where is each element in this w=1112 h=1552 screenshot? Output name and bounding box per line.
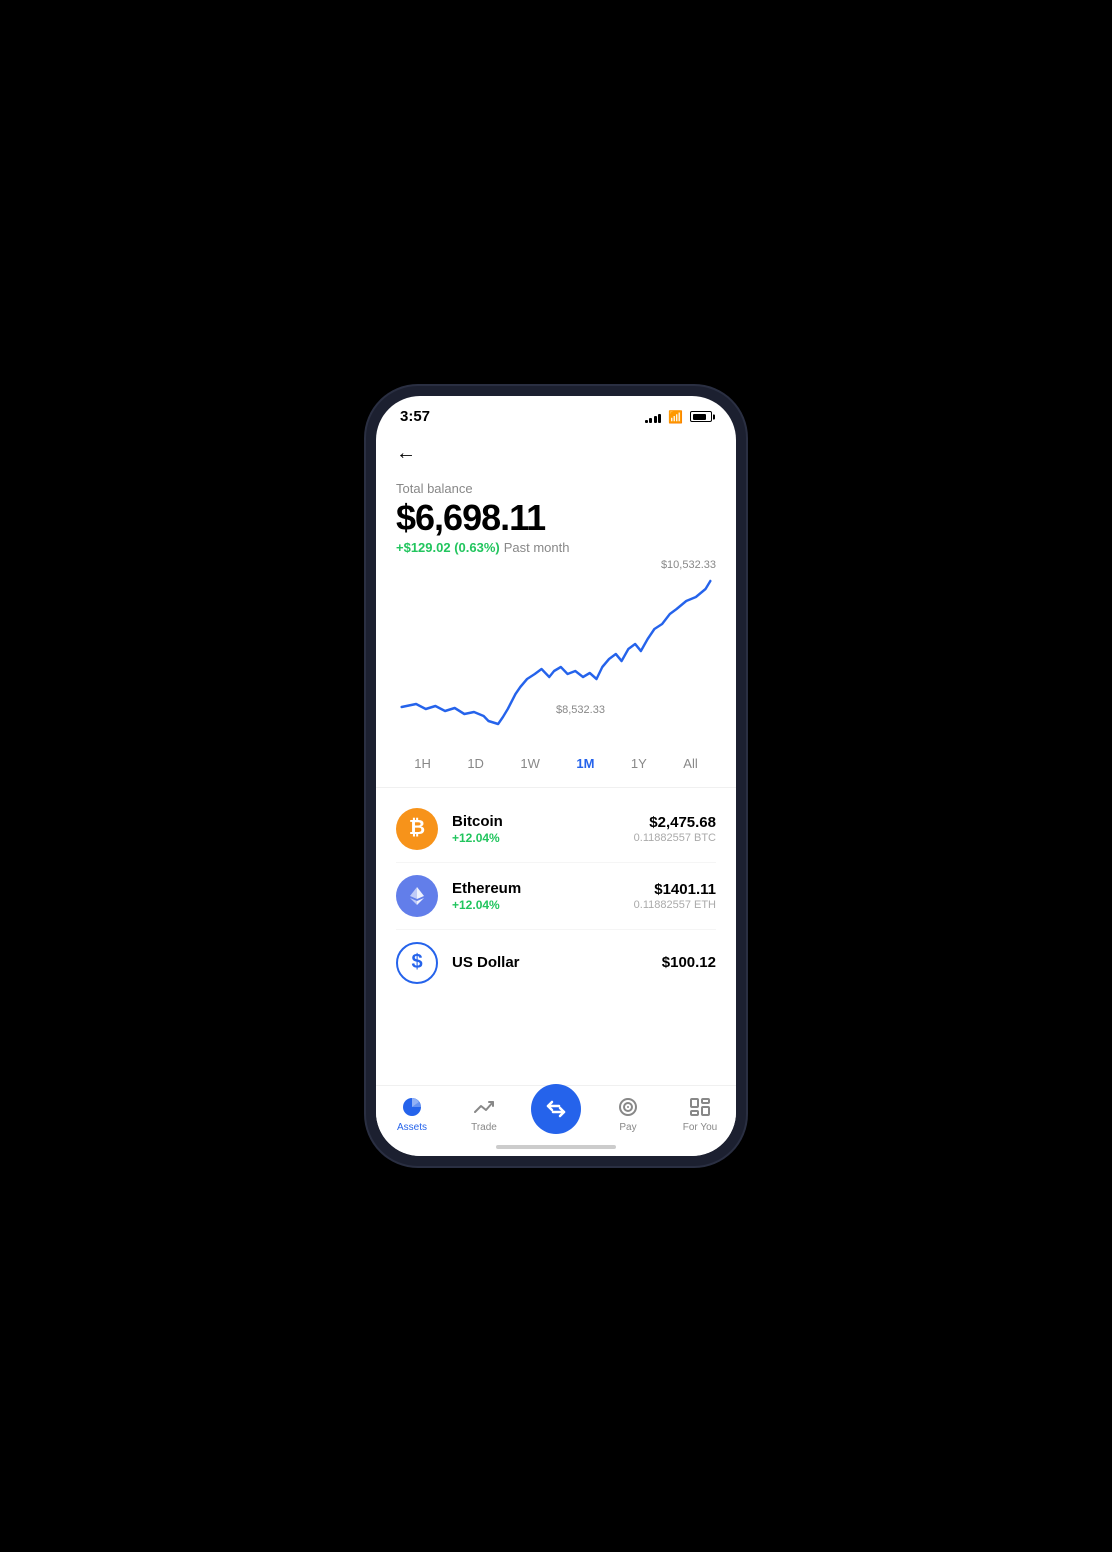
assets-icon <box>400 1095 424 1119</box>
bitcoin-change: +12.04% <box>452 831 620 845</box>
balance-change-value: +$129.02 (0.63%) <box>396 540 500 555</box>
asset-list: ₿ Bitcoin +12.04% $2,475.68 0.11882557 B… <box>376 788 736 1004</box>
filter-1d[interactable]: 1D <box>461 752 490 775</box>
usd-value: $100.12 <box>662 954 716 971</box>
home-indicator <box>376 1138 736 1156</box>
filter-1y[interactable]: 1Y <box>625 752 653 775</box>
usd-info: US Dollar <box>452 954 648 971</box>
ethereum-icon <box>396 875 438 917</box>
status-bar: 3:57 📶 <box>376 396 736 429</box>
bitcoin-name: Bitcoin <box>452 813 620 830</box>
status-time: 3:57 <box>400 408 430 425</box>
screen-content: ← Total balance $6,698.11 +$129.02 (0.63… <box>376 429 736 1085</box>
ethereum-change: +12.04% <box>452 898 620 912</box>
status-icons: 📶 <box>645 410 712 424</box>
balance-amount: $6,698.11 <box>396 498 716 538</box>
ethereum-usd: $1401.11 <box>634 881 716 898</box>
bitcoin-crypto: 0.11882557 BTC <box>634 832 716 844</box>
chart-low-label: $8,532.33 <box>556 704 605 716</box>
phone-screen: 3:57 📶 ← Total ba <box>376 396 736 1156</box>
pay-label: Pay <box>619 1122 636 1133</box>
nav-item-swap[interactable] <box>530 1094 582 1134</box>
balance-section: Total balance $6,698.11 +$129.02 (0.63%)… <box>376 473 736 555</box>
signal-icon <box>645 411 662 423</box>
phone-frame: 3:57 📶 ← Total ba <box>366 386 746 1166</box>
chart-high-label: $10,532.33 <box>661 559 716 571</box>
trade-label: Trade <box>471 1122 497 1133</box>
asset-item-ethereum[interactable]: Ethereum +12.04% $1401.11 0.11882557 ETH <box>376 863 736 929</box>
balance-change-period: Past month <box>504 540 570 555</box>
filter-1m[interactable]: 1M <box>570 752 600 775</box>
trade-icon <box>472 1095 496 1119</box>
bottom-nav: Assets Trade <box>376 1085 736 1138</box>
filter-1h[interactable]: 1H <box>408 752 437 775</box>
ethereum-crypto: 0.11882557 ETH <box>634 899 716 911</box>
bitcoin-values: $2,475.68 0.11882557 BTC <box>634 814 716 844</box>
for-you-icon <box>688 1095 712 1119</box>
asset-item-bitcoin[interactable]: ₿ Bitcoin +12.04% $2,475.68 0.11882557 B… <box>376 796 736 862</box>
balance-label: Total balance <box>396 481 716 496</box>
balance-change: +$129.02 (0.63%) Past month <box>396 540 716 555</box>
nav-item-for-you[interactable]: For You <box>674 1095 726 1133</box>
bitcoin-icon: ₿ <box>396 808 438 850</box>
asset-item-usd[interactable]: $ US Dollar $100.12 <box>376 930 736 996</box>
usd-name: US Dollar <box>452 954 648 971</box>
pay-icon <box>616 1095 640 1119</box>
bitcoin-usd: $2,475.68 <box>634 814 716 831</box>
usd-icon: $ <box>396 942 438 984</box>
chart-area: $10,532.33 $8,532.33 <box>376 555 736 744</box>
filter-1w[interactable]: 1W <box>514 752 546 775</box>
wifi-icon: 📶 <box>668 410 683 424</box>
swap-button[interactable] <box>531 1084 581 1134</box>
nav-item-pay[interactable]: Pay <box>602 1095 654 1133</box>
for-you-label: For You <box>683 1122 717 1133</box>
header: ← <box>376 429 736 473</box>
time-filters: 1H 1D 1W 1M 1Y All <box>376 744 736 788</box>
ethereum-name: Ethereum <box>452 880 620 897</box>
filter-all[interactable]: All <box>677 752 703 775</box>
usd-values: $100.12 <box>662 954 716 971</box>
bitcoin-info: Bitcoin +12.04% <box>452 813 620 845</box>
home-bar <box>496 1145 616 1149</box>
ethereum-values: $1401.11 0.11882557 ETH <box>634 881 716 911</box>
back-button[interactable]: ← <box>396 437 428 469</box>
ethereum-info: Ethereum +12.04% <box>452 880 620 912</box>
battery-icon <box>690 411 712 422</box>
nav-item-assets[interactable]: Assets <box>386 1095 438 1133</box>
nav-item-trade[interactable]: Trade <box>458 1095 510 1133</box>
assets-label: Assets <box>397 1122 427 1133</box>
